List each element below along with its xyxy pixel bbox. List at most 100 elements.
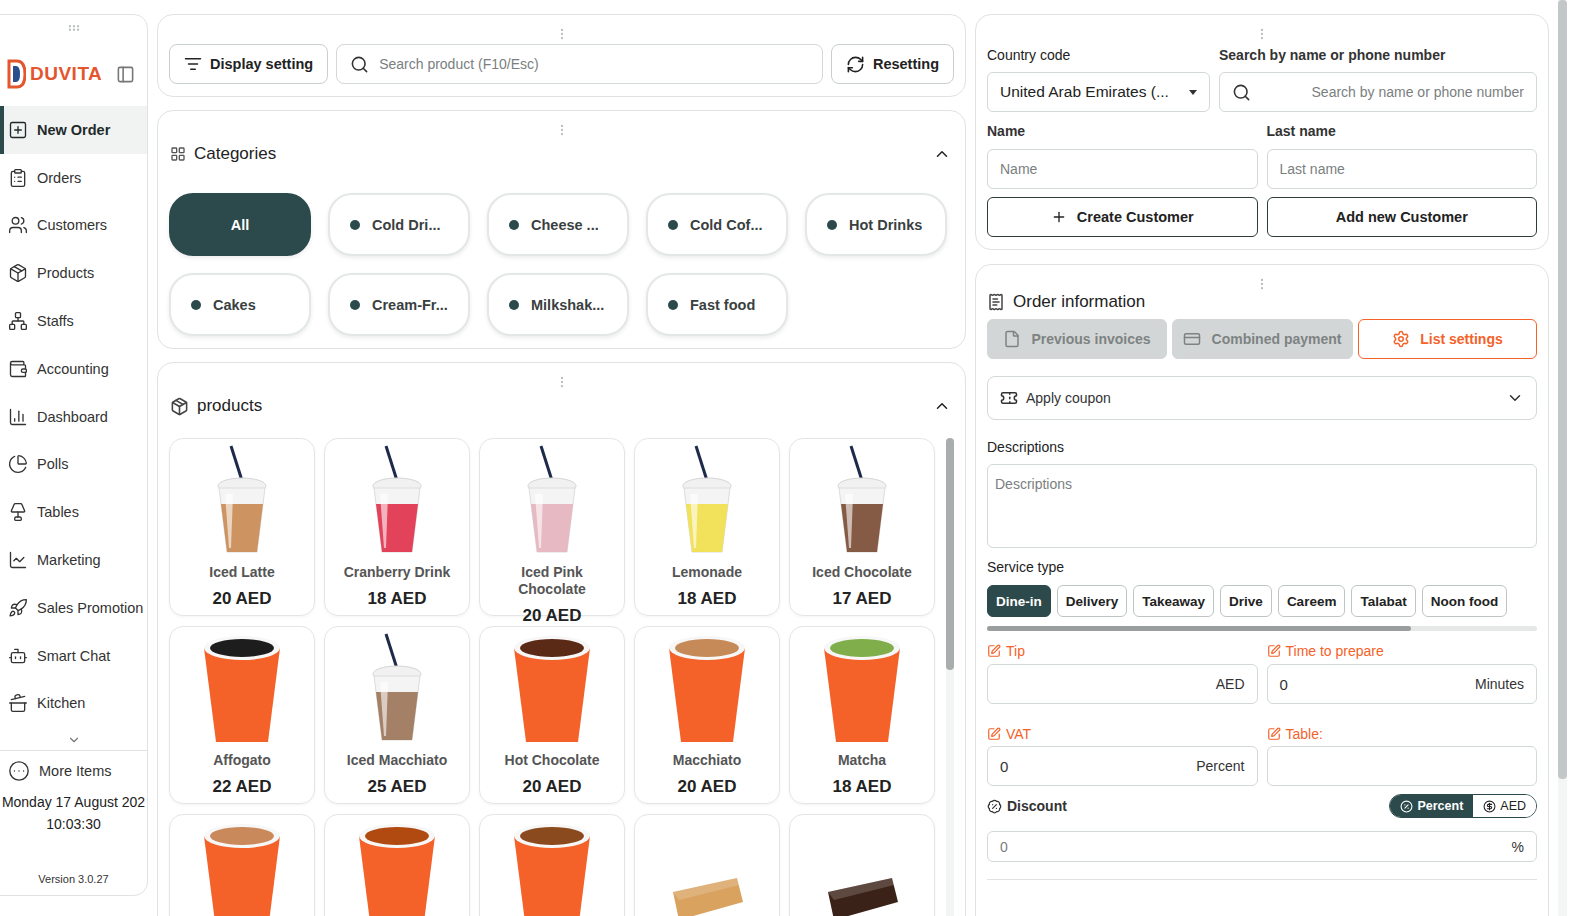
last-name-input[interactable]: Last name [1267, 149, 1538, 189]
product-card[interactable] [789, 814, 935, 916]
sidebar-item[interactable]: Kitchen [0, 680, 147, 728]
service-type-button[interactable]: Takeaway [1133, 585, 1214, 617]
scroll-thumb[interactable] [1558, 0, 1567, 779]
scroll-thumb[interactable] [946, 438, 954, 670]
category-chip[interactable]: Cold Dri... [328, 193, 470, 256]
product-card[interactable]: Iced Pink Chocolate20 AED [479, 438, 625, 616]
add-customer-button[interactable]: Add new Customer [1267, 197, 1538, 237]
drag-handle[interactable] [0, 20, 147, 36]
sidebar-item[interactable]: Marketing [0, 536, 147, 584]
collapse-sidebar-icon[interactable] [116, 65, 135, 84]
country-select[interactable]: United Arab Emirates (... [987, 72, 1210, 112]
new-order-icon [8, 120, 28, 140]
product-card[interactable]: Iced Chocolate17 AED [789, 438, 935, 616]
order-action-button[interactable]: Previous invoices [987, 319, 1167, 359]
order-card: Order informationPrevious invoicesCombin… [975, 264, 1549, 916]
discount-unit-option[interactable]: Percent [1390, 795, 1473, 817]
product-card[interactable]: Matcha18 AED [789, 626, 935, 804]
discount-input[interactable]: 0% [987, 831, 1537, 862]
category-chip[interactable]: Cheese ... [487, 193, 629, 256]
order-field-input[interactable]: 0Percent [987, 746, 1258, 786]
category-chip[interactable]: All [169, 193, 311, 256]
name-input[interactable]: Name [987, 149, 1258, 189]
drag-handle[interactable] [987, 276, 1537, 292]
more-items[interactable]: More Items [0, 751, 147, 791]
coupon-dropdown[interactable]: Apply coupon [987, 376, 1537, 420]
product-image [176, 444, 308, 556]
descriptions-input[interactable]: Descriptions [987, 464, 1537, 548]
order-column: Country codeUnited Arab Emirates (...Sea… [975, 14, 1549, 916]
product-card[interactable] [479, 814, 625, 916]
more-chevron[interactable] [0, 733, 147, 747]
drag-handle[interactable] [987, 26, 1537, 42]
product-search[interactable]: Search product (F10/Esc) [336, 44, 823, 84]
order-action-button[interactable]: List settings [1358, 319, 1537, 359]
product-card[interactable] [169, 814, 315, 916]
service-type-button[interactable]: Dine-in [987, 585, 1051, 617]
discount-unit-option[interactable]: AED [1473, 795, 1536, 817]
service-type-button[interactable]: Talabat [1351, 585, 1415, 617]
sidebar-item[interactable]: Accounting [0, 345, 147, 393]
category-chip[interactable]: Fast food [646, 273, 788, 336]
service-type-button[interactable]: Drive [1220, 585, 1272, 617]
chevron-up-icon[interactable] [933, 145, 951, 163]
products-scrollbar[interactable] [946, 438, 954, 916]
product-card[interactable]: Iced Latte20 AED [169, 438, 315, 616]
page-scrollbar[interactable] [1558, 0, 1567, 916]
category-chip[interactable]: Cakes [169, 273, 311, 336]
category-chip[interactable]: Hot Drinks [805, 193, 947, 256]
product-card[interactable]: Cranberry Drink18 AED [324, 438, 470, 616]
product-card[interactable] [324, 814, 470, 916]
drag-handle[interactable] [169, 374, 954, 390]
sidebar-item[interactable]: Tables [0, 488, 147, 536]
product-price: 20 AED [523, 769, 582, 797]
create-customer-button[interactable]: Create Customer [987, 197, 1258, 237]
sidebar-item[interactable]: Dashboard [0, 393, 147, 441]
product-card[interactable] [634, 814, 780, 916]
category-chip[interactable]: Cream-Fr... [328, 273, 470, 336]
product-card[interactable]: Lemonade18 AED [634, 438, 780, 616]
lamp-icon [8, 502, 28, 522]
grip-icon [555, 375, 569, 389]
display-setting-button[interactable]: Display setting [169, 44, 328, 84]
sidebar-item[interactable]: Products [0, 249, 147, 297]
reset-button[interactable]: Resetting [831, 44, 954, 84]
order-field-input[interactable]: 0Minutes [1267, 664, 1538, 704]
customer-search[interactable]: Search by name or phone number [1219, 72, 1537, 112]
sidebar-item[interactable]: Sales Promotion [0, 584, 147, 632]
category-chip[interactable]: Cold Cof... [646, 193, 788, 256]
product-card[interactable]: Hot Chocolate20 AED [479, 626, 625, 804]
service-scrollbar[interactable] [987, 626, 1537, 631]
product-name: Macchiato [673, 752, 741, 769]
drag-handle[interactable] [169, 122, 954, 138]
sidebar-item[interactable]: Staffs [0, 297, 147, 345]
service-type-button[interactable]: Noon food [1422, 585, 1507, 617]
sidebar-item[interactable]: Smart Chat [0, 632, 147, 680]
product-card[interactable]: Affogato22 AED [169, 626, 315, 804]
customers-icon [8, 215, 28, 235]
sidebar-item[interactable]: New Order [0, 106, 147, 154]
product-image [796, 632, 928, 744]
drag-handle[interactable] [169, 26, 954, 42]
chevron-up-icon[interactable] [933, 397, 951, 415]
iced-drink-icon [676, 444, 738, 556]
categories-header[interactable]: Categories [169, 140, 954, 168]
category-chip[interactable]: Milkshak... [487, 273, 629, 336]
service-type-button[interactable]: Careem [1278, 585, 1346, 617]
products-header[interactable]: products [169, 392, 954, 420]
categories-card: Categories All Cold Dri... Cheese ... Cold C… [157, 110, 966, 349]
sidebar-item[interactable]: Polls [0, 441, 147, 489]
sidebar-item[interactable]: Orders [0, 154, 147, 202]
order-action-button[interactable]: Combined payment [1172, 319, 1353, 359]
scroll-thumb[interactable] [987, 626, 1411, 631]
order-field-input[interactable]: AED [987, 664, 1258, 704]
category-dot [509, 220, 519, 230]
sidebar-item[interactable]: Customers [0, 202, 147, 250]
discount-unit-toggle: PercentAED [1389, 794, 1537, 818]
product-image [176, 820, 308, 916]
logo: DUVITA [6, 59, 102, 89]
service-type-button[interactable]: Delivery [1057, 585, 1128, 617]
product-card[interactable]: Iced Macchiato25 AED [324, 626, 470, 804]
order-field-input[interactable] [1267, 746, 1538, 786]
product-card[interactable]: Macchiato20 AED [634, 626, 780, 804]
